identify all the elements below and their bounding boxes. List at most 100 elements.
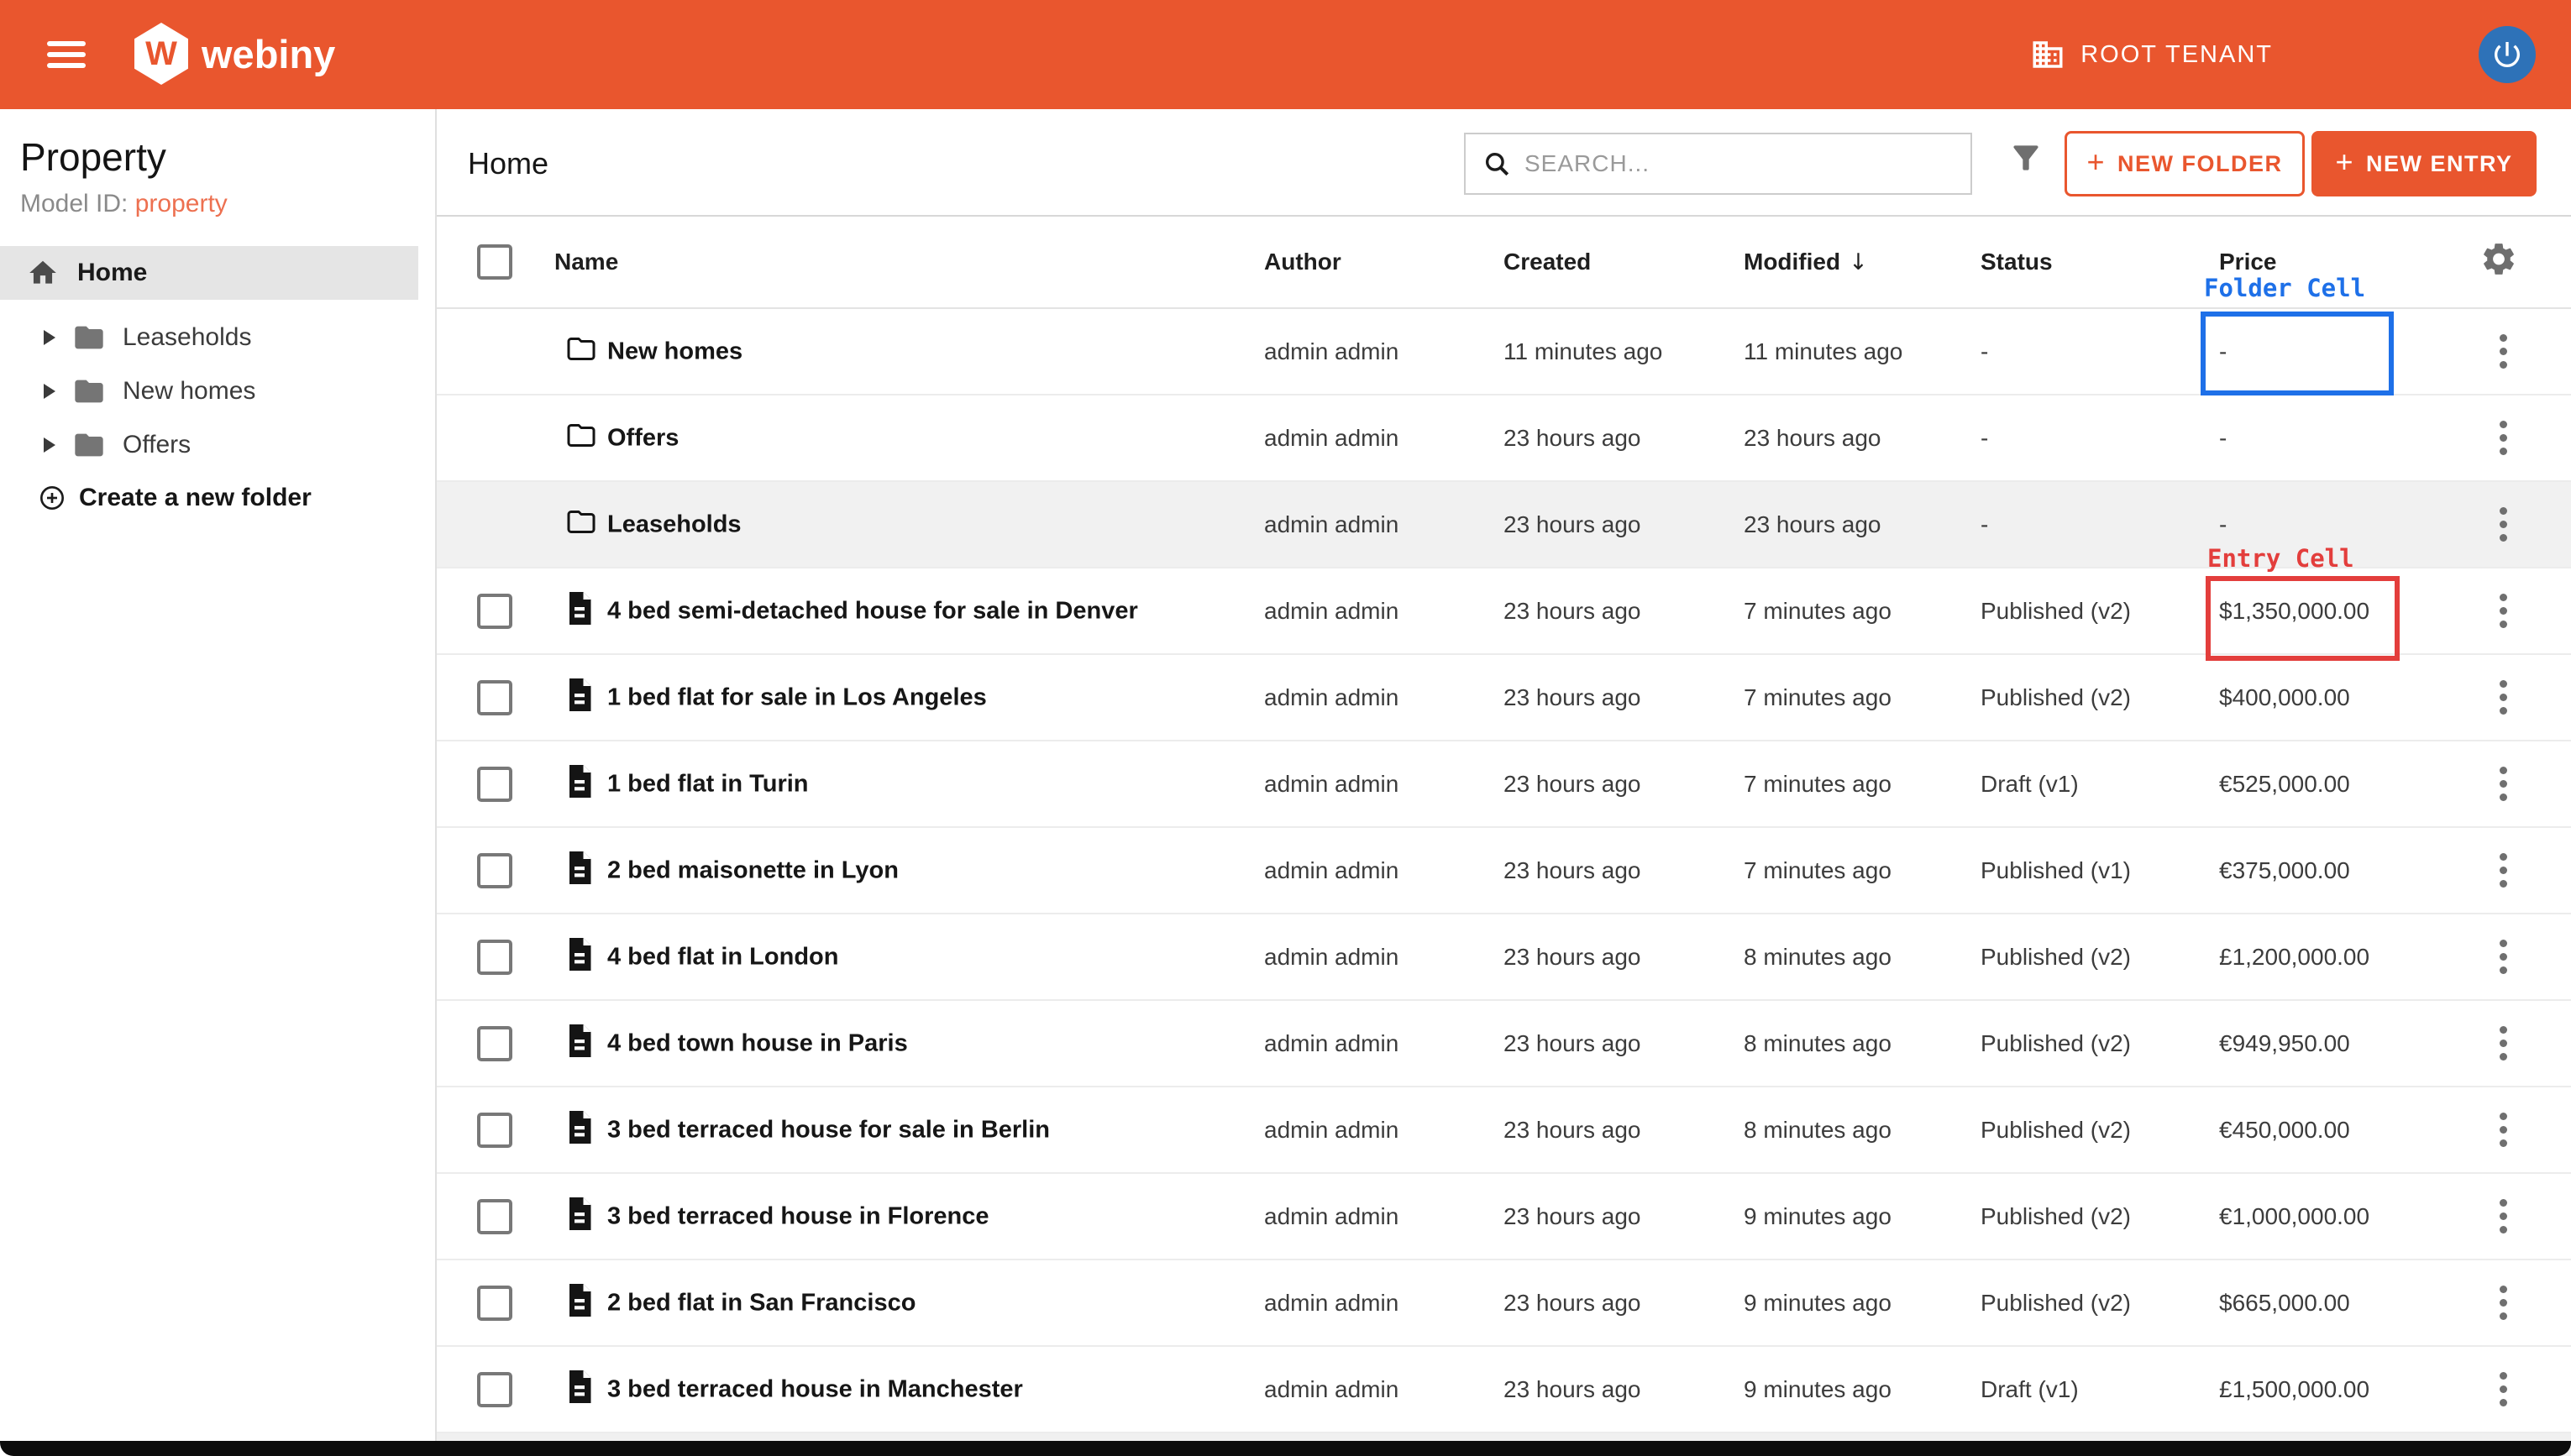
sidebar-folder-offers[interactable]: Offers — [0, 418, 418, 472]
row-checkbox[interactable] — [477, 853, 512, 888]
table-row-entry[interactable]: 1 bed flat in Turinadmin admin23 hours a… — [437, 741, 2571, 828]
row-checkbox[interactable] — [477, 680, 512, 715]
row-name[interactable]: 4 bed flat in London — [607, 943, 838, 971]
select-all-checkbox[interactable] — [477, 244, 512, 280]
row-name[interactable]: 3 bed terraced house in Florence — [607, 1202, 989, 1230]
caret-right-icon[interactable] — [44, 330, 55, 345]
table-row-entry[interactable]: 4 bed flat in Londonadmin admin23 hours … — [437, 914, 2571, 1001]
column-header-created[interactable]: Created — [1503, 249, 1591, 275]
row-checkbox[interactable] — [477, 940, 512, 975]
row-name[interactable]: 2 bed flat in San Francisco — [607, 1289, 916, 1317]
row-actions-kebab-menu[interactable] — [2486, 332, 2520, 372]
caret-right-icon[interactable] — [44, 384, 55, 399]
column-settings-gear-icon[interactable] — [2479, 240, 2518, 285]
row-actions-kebab-menu[interactable] — [2486, 591, 2520, 631]
caret-right-icon[interactable] — [44, 437, 55, 453]
column-header-price[interactable]: Price — [2219, 249, 2277, 275]
hamburger-menu-icon[interactable] — [47, 35, 86, 74]
table-row-entry[interactable]: 3 bed terraced house in Florenceadmin ad… — [437, 1174, 2571, 1260]
webiny-logo: W webiny — [134, 23, 335, 85]
table-row-entry[interactable]: 2 bed maisonette in Lyonadmin admin23 ho… — [437, 828, 2571, 914]
filter-icon[interactable] — [2007, 139, 2044, 181]
column-header-modified[interactable]: Modified↓ — [1744, 249, 1868, 275]
table-row-entry[interactable]: 2 bed flat in San Franciscoadmin admin23… — [437, 1260, 2571, 1347]
row-actions-kebab-menu[interactable] — [2486, 678, 2520, 718]
row-checkbox[interactable] — [477, 1199, 512, 1234]
row-actions-kebab-menu[interactable] — [2486, 418, 2520, 458]
model-title: Property — [20, 134, 166, 180]
search-input[interactable] — [1523, 149, 1929, 178]
annotation-folder-cell-label: Folder Cell — [2204, 274, 2365, 302]
table-row-entry[interactable]: 1 bed flat for sale in Los Angelesadmin … — [437, 655, 2571, 741]
column-header-name[interactable]: Name — [554, 249, 618, 275]
table-row-folder[interactable]: Offersadmin admin23 hours ago23 hours ag… — [437, 395, 2571, 482]
row-name[interactable]: 1 bed flat for sale in Los Angeles — [607, 683, 987, 711]
row-name[interactable]: 4 bed town house in Paris — [607, 1029, 908, 1057]
row-status: Published (v1) — [1981, 857, 2131, 884]
folder-icon — [71, 428, 108, 462]
sidebar-folder-leaseholds[interactable]: Leaseholds — [0, 311, 418, 364]
row-modified: 23 hours ago — [1744, 425, 1881, 452]
row-status: Published (v2) — [1981, 944, 2131, 971]
row-actions-kebab-menu[interactable] — [2486, 764, 2520, 804]
table-row-entry[interactable]: 3 bed terraced house in Manchesteradmin … — [437, 1347, 2571, 1433]
row-name[interactable]: Offers — [607, 424, 679, 452]
row-actions-kebab-menu[interactable] — [2486, 1283, 2520, 1323]
row-actions-kebab-menu[interactable] — [2486, 937, 2520, 977]
row-actions-kebab-menu[interactable] — [2486, 1024, 2520, 1064]
row-actions-kebab-menu[interactable] — [2486, 505, 2520, 545]
row-checkbox[interactable] — [477, 594, 512, 629]
row-name[interactable]: Leaseholds — [607, 511, 742, 538]
home-icon — [27, 257, 59, 289]
row-name[interactable]: 3 bed terraced house in Manchester — [607, 1375, 1023, 1403]
row-author: admin admin — [1264, 1030, 1398, 1057]
file-icon — [564, 1196, 595, 1231]
row-status: Published (v2) — [1981, 1117, 2131, 1144]
row-created: 23 hours ago — [1503, 598, 1640, 625]
row-name[interactable]: 1 bed flat in Turin — [607, 770, 809, 798]
row-name[interactable]: 2 bed maisonette in Lyon — [607, 856, 899, 884]
row-modified: 7 minutes ago — [1744, 771, 1892, 798]
row-price: €375,000.00 — [2219, 857, 2350, 884]
row-checkbox[interactable] — [477, 1026, 512, 1061]
user-avatar[interactable] — [2479, 26, 2536, 83]
row-created: 23 hours ago — [1503, 511, 1640, 538]
row-checkbox[interactable] — [477, 767, 512, 802]
row-checkbox[interactable] — [477, 1113, 512, 1148]
organization-icon — [2030, 37, 2065, 72]
row-name[interactable]: New homes — [607, 338, 742, 365]
file-icon — [564, 1109, 595, 1144]
table-row-entry[interactable]: 4 bed town house in Parisadmin admin23 h… — [437, 1001, 2571, 1087]
row-actions-kebab-menu[interactable] — [2486, 851, 2520, 891]
row-actions-kebab-menu[interactable] — [2486, 1370, 2520, 1410]
row-name[interactable]: 4 bed semi-detached house for sale in De… — [607, 597, 1138, 625]
row-author: admin admin — [1264, 1290, 1398, 1317]
row-status: Draft (v1) — [1981, 771, 2079, 798]
row-price: £1,500,000.00 — [2219, 1376, 2369, 1403]
file-icon — [564, 1282, 595, 1317]
row-created: 23 hours ago — [1503, 425, 1640, 452]
row-created: 23 hours ago — [1503, 1117, 1640, 1144]
create-folder-button[interactable]: Create a new folder — [0, 474, 418, 521]
new-entry-button[interactable]: + NEW ENTRY — [2311, 131, 2537, 196]
new-folder-button[interactable]: + NEW FOLDER — [2065, 131, 2305, 196]
row-checkbox[interactable] — [477, 1372, 512, 1407]
tenant-label: ROOT TENANT — [2080, 41, 2273, 69]
row-name[interactable]: 3 bed terraced house for sale in Berlin — [607, 1116, 1050, 1144]
sidebar-item-home[interactable]: Home — [0, 246, 418, 300]
table-row-entry[interactable]: 3 bed terraced house for sale in Berlin a… — [437, 1087, 2571, 1174]
circle-plus-icon — [39, 484, 66, 511]
column-header-author[interactable]: Author — [1264, 249, 1341, 275]
sidebar-folder-new-homes[interactable]: New homes — [0, 364, 418, 418]
folder-icon — [71, 321, 108, 354]
sidebar-folder-label: New homes — [123, 377, 255, 406]
row-price: - — [2219, 425, 2227, 452]
tenant-switcher[interactable]: ROOT TENANT — [2030, 0, 2273, 109]
column-header-status[interactable]: Status — [1981, 249, 2053, 275]
row-modified: 11 minutes ago — [1744, 338, 1902, 365]
row-author: admin admin — [1264, 1117, 1398, 1144]
row-actions-kebab-menu[interactable] — [2486, 1197, 2520, 1237]
row-status: Published (v2) — [1981, 1203, 2131, 1230]
row-checkbox[interactable] — [477, 1286, 512, 1321]
row-actions-kebab-menu[interactable] — [2486, 1110, 2520, 1150]
